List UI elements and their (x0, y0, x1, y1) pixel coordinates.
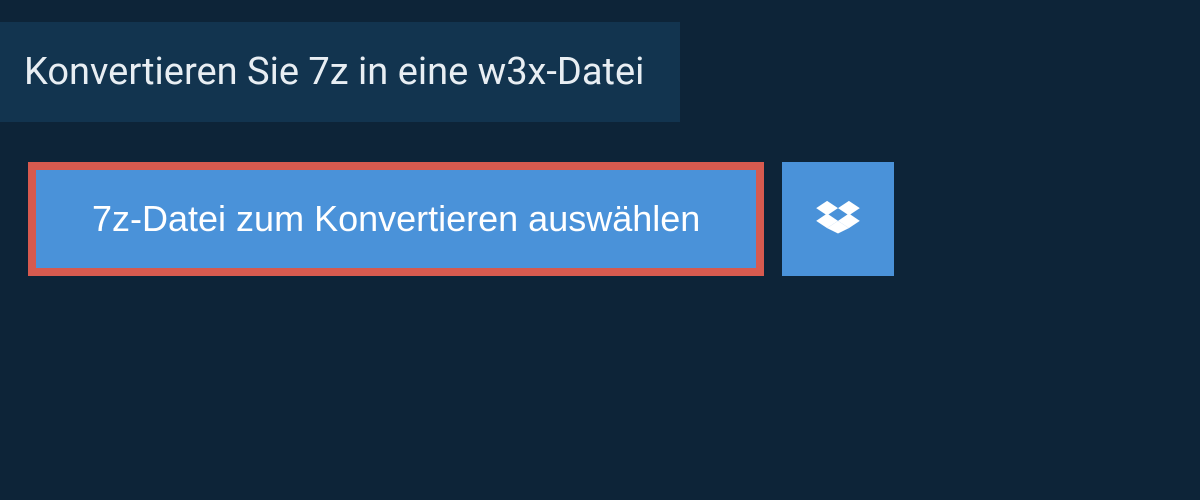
action-row: 7z-Datei zum Konvertieren auswählen (28, 162, 1200, 276)
select-file-button[interactable]: 7z-Datei zum Konvertieren auswählen (36, 170, 756, 268)
select-file-highlight: 7z-Datei zum Konvertieren auswählen (28, 162, 764, 276)
dropbox-button[interactable] (782, 162, 894, 276)
dropbox-icon (816, 199, 860, 239)
page-title: Konvertieren Sie 7z in eine w3x-Datei (24, 50, 644, 94)
page-header: Konvertieren Sie 7z in eine w3x-Datei (0, 22, 680, 122)
